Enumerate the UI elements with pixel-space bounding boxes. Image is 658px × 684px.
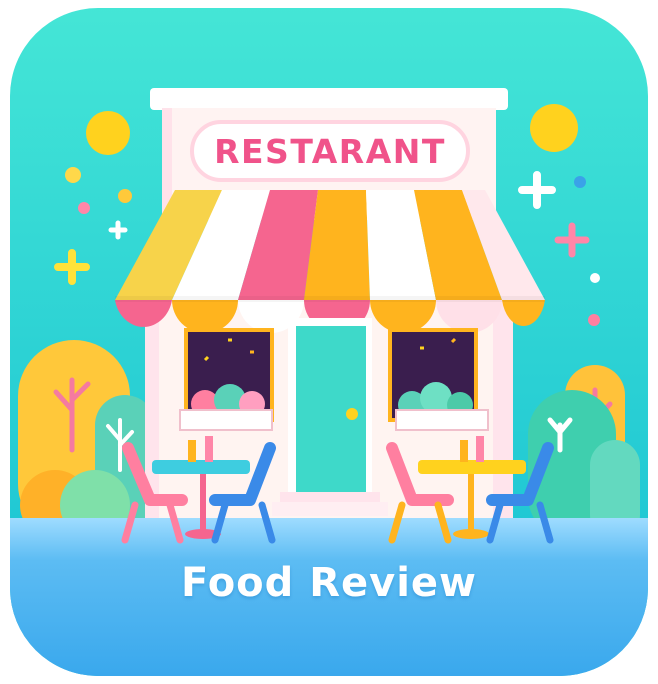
window-right: [388, 328, 489, 431]
store-sign-text: RESTARANT: [214, 132, 446, 171]
window-left: [179, 328, 274, 431]
door: [272, 318, 388, 516]
awning: [115, 190, 545, 333]
app-caption: Food Review: [180, 560, 478, 606]
store-sign: RESTARANT: [190, 120, 470, 182]
